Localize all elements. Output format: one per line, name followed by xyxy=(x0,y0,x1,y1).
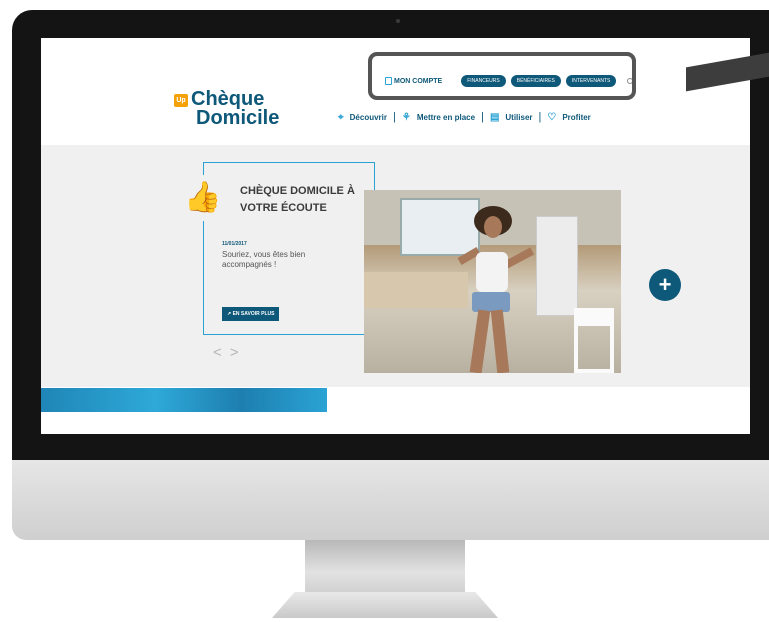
nav-decouvrir[interactable]: Découvrir xyxy=(350,113,387,122)
document-icon: ▤ xyxy=(489,111,500,123)
monitor-stand-neck xyxy=(305,540,465,594)
woman-head xyxy=(484,216,502,238)
nav-mettre-en-place[interactable]: Mettre en place xyxy=(417,113,475,122)
monitor-mockup: Up Chèque Domicile MON COMPTE FINANCEURS… xyxy=(0,0,769,622)
slider-next-button[interactable]: > xyxy=(230,344,247,361)
woman-leg-left xyxy=(469,309,491,373)
hero-card: 👍 CHÈQUE DOMICILE À VOTRE ÉCOUTE 11/01/2… xyxy=(180,162,375,335)
heart-icon: ♡ xyxy=(547,111,557,123)
blue-banner-strip xyxy=(41,388,327,412)
handshake-icon: ⚘ xyxy=(401,111,411,123)
highlight-box xyxy=(368,52,636,100)
monitor-camera xyxy=(396,19,400,23)
woman-leg-right xyxy=(490,309,510,373)
hero-slider: 👍 CHÈQUE DOMICILE À VOTRE ÉCOUTE 11/01/2… xyxy=(41,145,750,387)
slider-arrows: <> xyxy=(213,344,247,361)
learn-more-button[interactable]: ↗ EN SAVOIR PLUS xyxy=(222,307,280,321)
telescope-icon: ⌖ xyxy=(338,111,344,123)
photo-fridge xyxy=(536,216,578,316)
main-nav: ⌖ Découvrir | ⚘ Mettre en place | ▤ Util… xyxy=(338,111,591,123)
hero-photo xyxy=(364,190,621,373)
photo-dancing-woman xyxy=(456,206,535,373)
slider-prev-button[interactable]: < xyxy=(213,344,230,361)
plus-button[interactable]: + xyxy=(649,269,681,301)
hero-title: CHÈQUE DOMICILE À VOTRE ÉCOUTE xyxy=(240,185,355,214)
nav-profiter[interactable]: Profiter xyxy=(562,113,590,122)
up-badge: Up xyxy=(174,94,188,107)
photo-kitchen-counter xyxy=(364,272,468,308)
monitor-chin xyxy=(12,460,769,540)
woman-top xyxy=(476,252,508,292)
nav-utiliser[interactable]: Utiliser xyxy=(505,113,532,122)
nav-separator: | xyxy=(393,111,396,123)
photo-chair xyxy=(574,308,614,373)
nav-separator: | xyxy=(538,111,542,123)
logo-line-2: Domicile xyxy=(196,107,280,129)
learn-more-label: EN SAVOIR PLUS xyxy=(232,311,275,317)
hero-date: 11/01/2017 xyxy=(222,241,247,247)
nav-separator: | xyxy=(481,111,484,123)
hero-text: Souriez, vous êtes bien accompagnés ! xyxy=(222,250,306,269)
thumbs-up-icon: 👍 xyxy=(180,175,226,221)
monitor-stand-base xyxy=(272,592,498,618)
woman-arm-right xyxy=(503,247,535,269)
